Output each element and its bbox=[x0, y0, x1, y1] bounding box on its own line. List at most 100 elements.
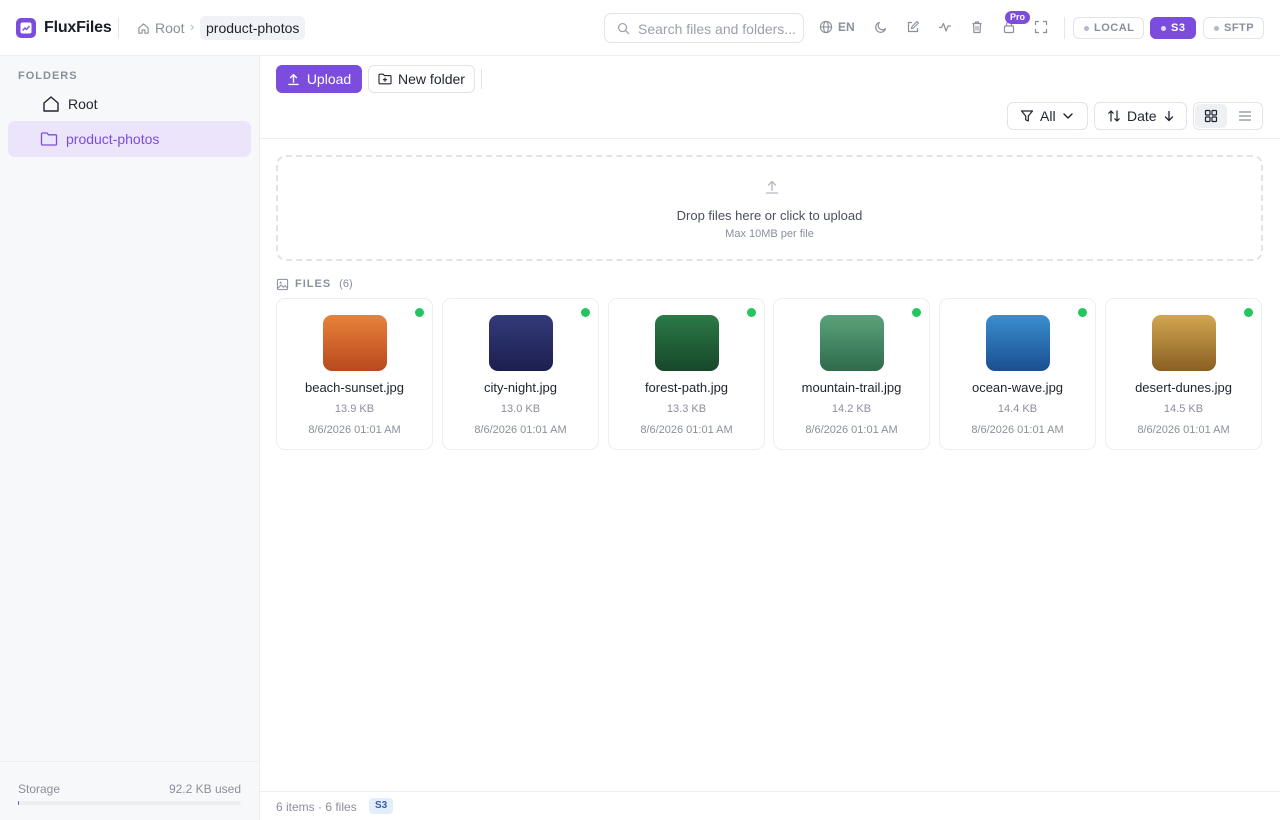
file-date: 8/6/2026 01:01 AM bbox=[474, 424, 567, 436]
activity-icon[interactable] bbox=[938, 20, 954, 36]
storage-tab-label: S3 bbox=[1171, 22, 1186, 34]
sync-status-dot bbox=[912, 308, 921, 317]
file-name: mountain-trail.jpg bbox=[801, 380, 902, 395]
file-date: 8/6/2026 01:01 AM bbox=[640, 424, 733, 436]
new-folder-button-label: New folder bbox=[398, 71, 465, 87]
file-size: 13.3 KB bbox=[666, 403, 707, 415]
files-section-header: FILES (6) bbox=[276, 277, 353, 291]
dropzone-title: Drop files here or click to upload bbox=[676, 208, 863, 223]
upload-dropzone[interactable]: Drop files here or click to upload Max 1… bbox=[276, 155, 1263, 261]
storage-tab-s3[interactable]: S3 bbox=[1150, 17, 1196, 39]
storage-status-dot bbox=[1161, 25, 1166, 31]
folder-plus-icon bbox=[378, 73, 392, 85]
file-thumbnail bbox=[655, 315, 719, 371]
folder-icon bbox=[40, 132, 58, 146]
file-thumbnail bbox=[1152, 315, 1216, 371]
storage-status-dot bbox=[1214, 25, 1219, 31]
file-thumbnail bbox=[820, 315, 884, 371]
file-card[interactable]: forest-path.jpg 13.3 KB 8/6/2026 01:01 A… bbox=[608, 298, 765, 450]
file-size: 13.9 KB bbox=[334, 403, 375, 415]
file-size: 14.2 KB bbox=[831, 403, 872, 415]
files-section-count: (6) bbox=[339, 278, 353, 290]
file-card[interactable]: mountain-trail.jpg 14.2 KB 8/6/2026 01:0… bbox=[773, 298, 930, 450]
storage-tab-label: LOCAL bbox=[1094, 22, 1135, 34]
filter-dropdown[interactable]: All bbox=[1007, 102, 1088, 130]
file-name: desert-dunes.jpg bbox=[1135, 380, 1232, 395]
file-size: 14.5 KB bbox=[1163, 403, 1204, 415]
arrow-down-icon bbox=[1164, 110, 1173, 122]
sort-dropdown[interactable]: Date bbox=[1094, 102, 1187, 130]
sort-icon bbox=[1108, 110, 1120, 122]
sync-status-dot bbox=[581, 308, 590, 317]
file-card[interactable]: ocean-wave.jpg 14.4 KB 8/6/2026 01:01 AM bbox=[939, 298, 1096, 450]
top-header: FluxFiles Root › product-photos EN Pro L… bbox=[0, 0, 1280, 56]
file-date: 8/6/2026 01:01 AM bbox=[971, 424, 1064, 436]
storage-tab-local[interactable]: LOCAL bbox=[1073, 17, 1145, 39]
upload-button[interactable]: Upload bbox=[276, 65, 362, 93]
list-view-button[interactable] bbox=[1229, 104, 1261, 128]
storage-status-dot bbox=[1084, 25, 1089, 31]
sync-status-dot bbox=[1244, 308, 1253, 317]
pro-badge: Pro bbox=[1005, 11, 1031, 24]
sync-status-dot bbox=[1078, 308, 1087, 317]
toolbar-bottom-border bbox=[260, 138, 1280, 139]
upload-icon bbox=[287, 73, 299, 85]
breadcrumb-root[interactable]: Root bbox=[137, 19, 185, 37]
sidebar-storage: Storage 92.2 KB used bbox=[0, 761, 259, 820]
sidebar-item-label: Root bbox=[68, 96, 98, 112]
sidebar-item-root[interactable]: Root bbox=[8, 86, 251, 122]
search-icon bbox=[617, 22, 630, 35]
grid-icon bbox=[1204, 109, 1218, 123]
trash-icon[interactable] bbox=[970, 20, 986, 36]
sync-status-dot bbox=[415, 308, 424, 317]
file-name: city-night.jpg bbox=[484, 380, 557, 395]
image-icon bbox=[276, 278, 289, 290]
search-box[interactable] bbox=[604, 13, 804, 43]
search-input[interactable] bbox=[638, 20, 798, 38]
file-card[interactable]: desert-dunes.jpg 14.5 KB 8/6/2026 01:01 … bbox=[1105, 298, 1262, 450]
filter-icon bbox=[1020, 110, 1034, 122]
dropzone-subtitle: Max 10MB per file bbox=[725, 228, 814, 240]
file-card[interactable]: beach-sunset.jpg 13.9 KB 8/6/2026 01:01 … bbox=[276, 298, 433, 450]
header-divider bbox=[1064, 17, 1065, 39]
item-count: 6 items · 6 files bbox=[276, 800, 357, 814]
file-name: forest-path.jpg bbox=[644, 380, 729, 395]
language-switch[interactable]: EN bbox=[819, 20, 855, 34]
file-thumbnail bbox=[986, 315, 1050, 371]
toolbar-divider bbox=[481, 69, 482, 89]
sync-status-dot bbox=[747, 308, 756, 317]
sidebar: FOLDERS Root product-photos Storage 92.2… bbox=[0, 56, 260, 820]
upload-button-label: Upload bbox=[306, 71, 352, 87]
file-date: 8/6/2026 01:01 AM bbox=[1137, 424, 1230, 436]
storage-badge: S3 bbox=[369, 798, 394, 814]
new-folder-button[interactable]: New folder bbox=[368, 65, 475, 93]
app-logo-icon[interactable] bbox=[16, 18, 36, 38]
view-toggle bbox=[1193, 102, 1263, 130]
fullscreen-icon[interactable] bbox=[1034, 20, 1050, 36]
sidebar-item-product-photos[interactable]: product-photos bbox=[8, 121, 251, 157]
storage-tab-label: SFTP bbox=[1224, 22, 1255, 34]
breadcrumb-current[interactable]: product-photos bbox=[200, 16, 306, 40]
sidebar-heading: FOLDERS bbox=[18, 70, 78, 82]
moon-icon[interactable] bbox=[874, 20, 890, 36]
home-icon bbox=[43, 96, 59, 112]
storage-tab-sftp[interactable]: SFTP bbox=[1203, 17, 1265, 39]
file-card[interactable]: city-night.jpg 13.0 KB 8/6/2026 01:01 AM bbox=[442, 298, 599, 450]
edit-icon[interactable] bbox=[906, 20, 922, 36]
storage-label: Storage bbox=[18, 782, 61, 796]
status-bar: 6 items · 6 files S3 bbox=[260, 791, 1280, 820]
language-label: EN bbox=[838, 20, 855, 34]
grid-view-button[interactable] bbox=[1195, 104, 1227, 128]
upload-icon bbox=[765, 180, 779, 194]
sort-label: Date bbox=[1127, 108, 1157, 124]
file-date: 8/6/2026 01:01 AM bbox=[308, 424, 401, 436]
globe-icon bbox=[819, 20, 833, 34]
breadcrumb-root-label: Root bbox=[155, 20, 185, 36]
list-icon bbox=[1238, 111, 1252, 121]
storage-usage-bar bbox=[18, 801, 241, 805]
header-divider bbox=[118, 17, 119, 39]
app-name: FluxFiles bbox=[44, 19, 112, 36]
chevron-down-icon bbox=[1062, 113, 1073, 119]
home-icon bbox=[138, 22, 149, 34]
file-name: beach-sunset.jpg bbox=[304, 380, 404, 395]
